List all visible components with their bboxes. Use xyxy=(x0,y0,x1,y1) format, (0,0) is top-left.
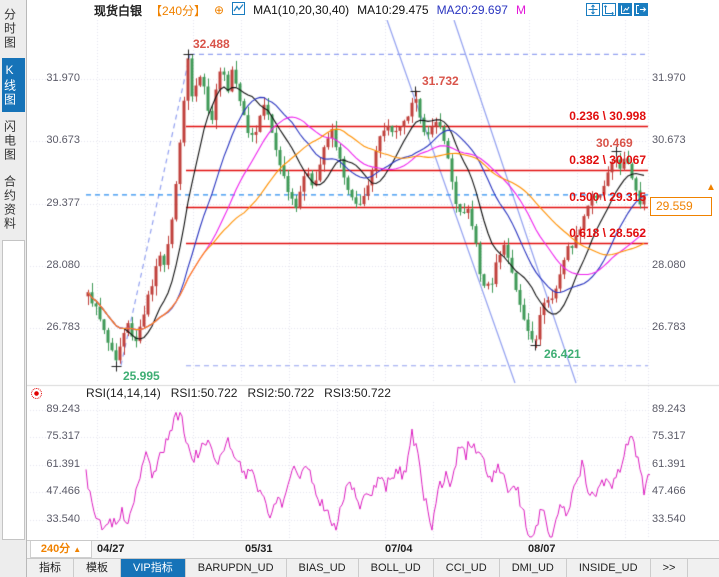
chart-type-sidebar: 分时图 K线图闪电图合约资料 xyxy=(0,0,27,577)
x-axis-date-label: 05/31 xyxy=(245,543,273,555)
price-axis-label-left: 28.080 xyxy=(30,259,80,271)
rsi-axis-label-left: 75.317 xyxy=(30,430,80,442)
sidebar-item-3[interactable]: 合约资料 xyxy=(2,170,25,236)
axis-zoom-icon[interactable] xyxy=(602,3,616,16)
fib-level-label: 0.618 \ 28.562 xyxy=(569,226,646,240)
exit-chart-icon[interactable] xyxy=(634,3,648,16)
x-axis-date-label: 07/04 xyxy=(385,543,413,555)
rsi-axis-label-right: 89.243 xyxy=(652,403,686,415)
rsi-axis-label-right: 75.317 xyxy=(652,430,686,442)
price-axis-label-right: 31.970 xyxy=(652,72,686,84)
tab-[interactable]: 模板 xyxy=(74,559,121,577)
price-axis-label-left: 30.673 xyxy=(30,134,80,146)
price-point-label: 31.732 xyxy=(422,74,459,88)
tab-dmi_ud[interactable]: DMI_UD xyxy=(500,559,567,577)
chart-canvas[interactable] xyxy=(0,0,719,577)
current-price-box: 29.559 xyxy=(650,197,712,216)
instrument-name: 现货白银 xyxy=(94,2,142,19)
fib-level-label: 0.382 \ 30.067 xyxy=(569,153,646,167)
chart-toolbar-icons xyxy=(586,3,648,16)
x-axis-date-label: 08/07 xyxy=(528,543,556,555)
axis-scale-icon[interactable] xyxy=(618,3,632,16)
tab-[interactable]: 指标 xyxy=(27,559,74,577)
tab-bias_ud[interactable]: BIAS_UD xyxy=(287,559,359,577)
fib-level-label: 0.500 \ 29.315 xyxy=(569,190,646,204)
ma20-value: MA20:29.697 xyxy=(437,3,508,17)
sidebar-item-1[interactable]: K线图 xyxy=(2,58,25,112)
rsi1-value: RSI1:50.722 xyxy=(171,386,238,400)
price-point-label: 30.469 xyxy=(596,136,633,150)
tab-vip[interactable]: VIP指标 xyxy=(121,559,186,577)
period-selector[interactable]: 240分 ▲ xyxy=(30,541,92,558)
sidebar-empty-panel xyxy=(2,240,25,540)
period-label[interactable]: 【240分】 xyxy=(150,2,206,19)
tab-barupdn_ud[interactable]: BARUPDN_UD xyxy=(186,559,287,577)
price-axis-label-right: 30.673 xyxy=(652,134,686,146)
price-up-arrow-icon: ▲ xyxy=(706,182,716,193)
rsi-axis-label-right: 61.391 xyxy=(652,458,686,470)
price-point-label: 26.421 xyxy=(544,347,581,361)
rsi-title: RSI(14,14,14) xyxy=(86,386,161,400)
rsi-axis-label-left: 47.466 xyxy=(30,485,80,497)
rsi-axis-label-right: 47.466 xyxy=(652,485,686,497)
x-axis-strip: 240分 ▲ 04/27 05/31 07/04 08/07 xyxy=(27,540,719,558)
price-point-label: 32.488 xyxy=(193,37,230,51)
tab-cci_ud[interactable]: CCI_UD xyxy=(434,559,500,577)
chart-image-icon[interactable] xyxy=(232,2,245,18)
trading-app-window: 分时图 K线图闪电图合约资料 现货白银 【240分】 ⊕ MA1(10,20,30… xyxy=(0,0,719,577)
rsi-header: RSI(14,14,14) RSI1:50.722 RSI2:50.722 RS… xyxy=(31,386,401,400)
rsi-axis-label-left: 33.540 xyxy=(30,513,80,525)
rsi3-value: RSI3:50.722 xyxy=(324,386,391,400)
tab-inside_ud[interactable]: INSIDE_UD xyxy=(567,559,651,577)
tab-boll_ud[interactable]: BOLL_UD xyxy=(359,559,434,577)
price-point-label: 25.995 xyxy=(123,369,160,383)
x-axis-date-label: 04/27 xyxy=(97,543,125,555)
add-indicator-icon[interactable]: ⊕ xyxy=(214,3,224,17)
price-axis-label-left: 31.970 xyxy=(30,72,80,84)
fib-level-label: 0.236 \ 30.998 xyxy=(569,109,646,123)
sidebar-item-2[interactable]: 闪电图 xyxy=(2,115,25,167)
ma30-value-truncated: M xyxy=(516,3,526,17)
rsi-axis-label-right: 33.540 xyxy=(652,513,686,525)
sidebar-item-0[interactable]: 分时图 xyxy=(2,3,25,55)
price-axis-label-right: 26.783 xyxy=(652,321,686,333)
indicator-tab-bar: 指标模板VIP指标BARUPDN_UDBIAS_UDBOLL_UDCCI_UDD… xyxy=(27,558,719,577)
price-axis-label-left: 26.783 xyxy=(30,321,80,333)
ma10-value: MA10:29.475 xyxy=(357,3,428,17)
price-axis-label-left: 29.377 xyxy=(30,197,80,209)
price-axis-label-right: 28.080 xyxy=(652,259,686,271)
move-crosshair-icon[interactable] xyxy=(586,3,600,16)
ma-settings-label: MA1(10,20,30,40) xyxy=(253,3,349,17)
period-up-arrow-icon: ▲ xyxy=(73,545,81,554)
tab-[interactable]: >> xyxy=(651,559,689,577)
rsi-settings-icon[interactable] xyxy=(31,388,42,399)
period-selector-label: 240分 xyxy=(41,543,70,555)
rsi-axis-label-left: 89.243 xyxy=(30,403,80,415)
rsi-axis-label-left: 61.391 xyxy=(30,458,80,470)
rsi2-value: RSI2:50.722 xyxy=(247,386,314,400)
